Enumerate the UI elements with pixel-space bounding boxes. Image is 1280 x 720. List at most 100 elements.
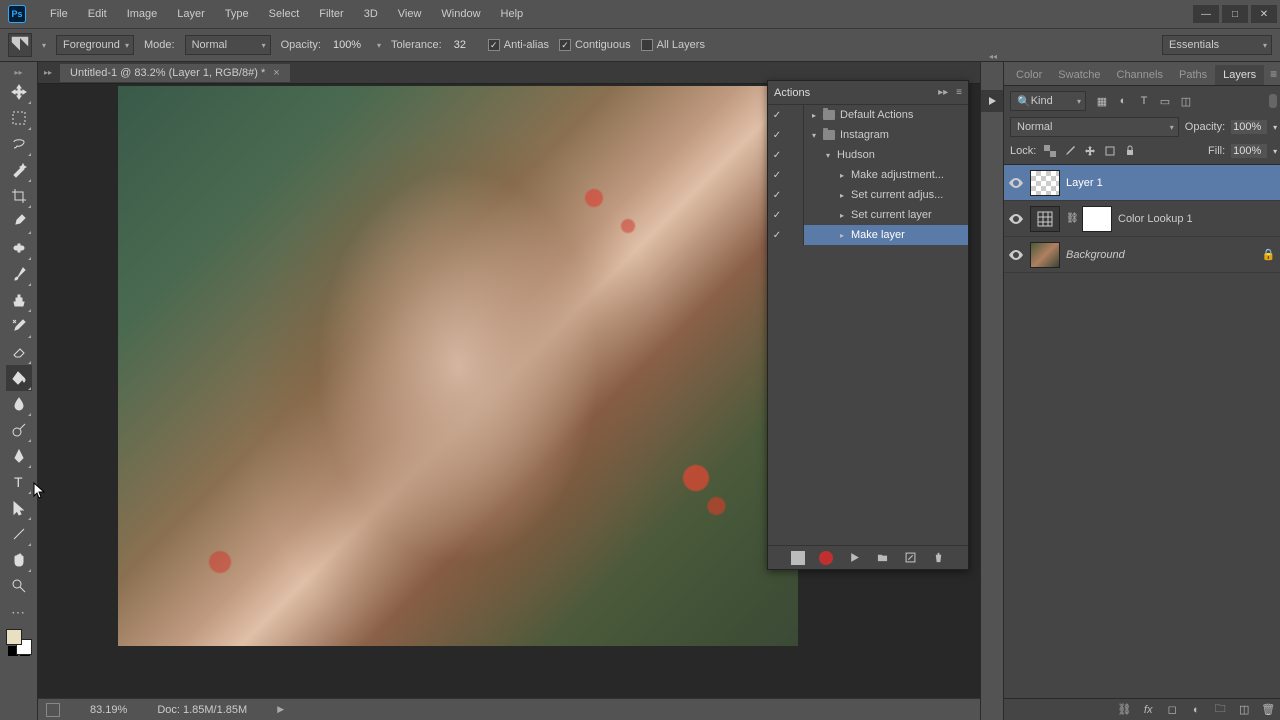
- document-tab-close-icon[interactable]: ×: [273, 67, 279, 79]
- status-doc-size[interactable]: Doc: 1.85M/1.85M: [157, 704, 247, 716]
- visibility-toggle[interactable]: [1008, 214, 1024, 224]
- layer-thumbnail[interactable]: [1030, 170, 1060, 196]
- action-toggle[interactable]: ✓: [768, 110, 786, 121]
- eraser-tool[interactable]: [6, 339, 32, 365]
- magic-wand-tool[interactable]: [6, 157, 32, 183]
- document-tab[interactable]: Untitled-1 @ 83.2% (Layer 1, RGB/8#) * ×: [60, 64, 290, 82]
- action-dialog-toggle[interactable]: [786, 125, 804, 145]
- visibility-toggle[interactable]: [1008, 250, 1024, 260]
- filter-shape-icon[interactable]: ▭: [1157, 93, 1173, 109]
- tool-preset-picker[interactable]: [8, 33, 32, 57]
- action-row[interactable]: ✓▾Hudson: [768, 145, 968, 165]
- opacity-input[interactable]: [331, 38, 367, 52]
- menu-image[interactable]: Image: [117, 4, 168, 24]
- action-row[interactable]: ✓▾Instagram: [768, 125, 968, 145]
- layer-name[interactable]: Layer 1: [1066, 177, 1103, 189]
- tab-color[interactable]: Color: [1008, 65, 1050, 85]
- filter-pixel-icon[interactable]: ▦: [1094, 93, 1110, 109]
- blur-tool[interactable]: [6, 391, 32, 417]
- fill-input[interactable]: [1231, 144, 1267, 158]
- layer-thumbnail[interactable]: [1030, 206, 1060, 232]
- menu-3d[interactable]: 3D: [354, 4, 388, 24]
- contiguous-checkbox[interactable]: ✓Contiguous: [559, 39, 631, 51]
- link-layers-icon[interactable]: ⛓: [1117, 703, 1131, 717]
- color-swatches[interactable]: [6, 629, 32, 655]
- panel-collapse-icon[interactable]: ◂◂: [989, 52, 997, 61]
- pen-tool[interactable]: [6, 443, 32, 469]
- lasso-tool[interactable]: [6, 131, 32, 157]
- edit-toolbar[interactable]: ⋯: [6, 599, 32, 625]
- menu-window[interactable]: Window: [431, 4, 490, 24]
- workspace-dropdown[interactable]: Essentials: [1162, 35, 1272, 55]
- status-zoom[interactable]: 83.19%: [90, 704, 127, 716]
- actions-panel[interactable]: Actions ▸▸ ≡ ✓▸Default Actions✓▾Instagra…: [767, 80, 969, 570]
- disclosure-icon[interactable]: ▸: [838, 231, 846, 240]
- new-action-icon[interactable]: [903, 551, 917, 565]
- play-icon[interactable]: [847, 551, 861, 565]
- action-toggle[interactable]: ✓: [768, 150, 786, 161]
- move-tool[interactable]: [6, 79, 32, 105]
- action-dialog-toggle[interactable]: [786, 145, 804, 165]
- brush-tool[interactable]: [6, 261, 32, 287]
- actions-panel-header[interactable]: Actions ▸▸ ≡: [768, 81, 968, 105]
- lock-transparency-icon[interactable]: [1042, 143, 1058, 159]
- type-tool[interactable]: T: [6, 469, 32, 495]
- tab-layers[interactable]: Layers: [1215, 65, 1264, 85]
- status-flyout-icon[interactable]: ▶: [277, 704, 284, 715]
- disclosure-icon[interactable]: ▾: [810, 131, 818, 140]
- menu-file[interactable]: File: [40, 4, 78, 24]
- layer-thumbnail[interactable]: [1030, 242, 1060, 268]
- layer-row[interactable]: Background 🔒: [1004, 237, 1280, 273]
- filter-adjustment-icon[interactable]: ◐: [1115, 93, 1131, 109]
- menu-layer[interactable]: Layer: [167, 4, 215, 24]
- fill-source-dropdown[interactable]: Foreground: [56, 35, 134, 55]
- actions-collapse-icon[interactable]: ▸▸: [938, 87, 948, 98]
- tab-paths[interactable]: Paths: [1171, 65, 1215, 85]
- delete-layer-icon[interactable]: 🗑: [1261, 703, 1275, 717]
- shape-tool[interactable]: [6, 521, 32, 547]
- layer-name[interactable]: Background: [1066, 249, 1125, 261]
- menu-view[interactable]: View: [388, 4, 432, 24]
- foreground-color[interactable]: [6, 629, 22, 645]
- tab-channels[interactable]: Channels: [1109, 65, 1171, 85]
- action-toggle[interactable]: ✓: [768, 170, 786, 181]
- layer-fx-icon[interactable]: fx: [1141, 703, 1155, 717]
- eyedropper-tool[interactable]: [6, 209, 32, 235]
- path-selection-tool[interactable]: [6, 495, 32, 521]
- layer-row[interactable]: ⛓ Color Lookup 1: [1004, 201, 1280, 237]
- layer-filter-kind-dropdown[interactable]: 🔍 Kind: [1010, 91, 1086, 111]
- panel-menu-icon[interactable]: ≡: [1264, 63, 1280, 85]
- lock-artboard-icon[interactable]: [1102, 143, 1118, 159]
- stop-recording-icon[interactable]: [791, 551, 805, 565]
- action-row[interactable]: ✓▸Default Actions: [768, 105, 968, 125]
- disclosure-icon[interactable]: ▾: [824, 151, 832, 160]
- record-icon[interactable]: [819, 551, 833, 565]
- paint-bucket-tool[interactable]: [6, 365, 32, 391]
- filter-smart-icon[interactable]: ◫: [1178, 93, 1194, 109]
- delete-action-icon[interactable]: [931, 551, 945, 565]
- disclosure-icon[interactable]: ▸: [838, 171, 846, 180]
- canvas[interactable]: [118, 86, 798, 646]
- zoom-tool[interactable]: [6, 573, 32, 599]
- menu-select[interactable]: Select: [259, 4, 310, 24]
- disclosure-icon[interactable]: ▸: [838, 191, 846, 200]
- quick-mask-icon[interactable]: [46, 703, 60, 717]
- dodge-tool[interactable]: [6, 417, 32, 443]
- toolbar-expand-icon[interactable]: ▸▸: [14, 68, 22, 77]
- action-dialog-toggle[interactable]: [786, 205, 804, 225]
- tolerance-input[interactable]: [452, 38, 478, 52]
- action-row[interactable]: ✓▸Make layer: [768, 225, 968, 245]
- actions-menu-icon[interactable]: ≡: [956, 87, 962, 98]
- action-row[interactable]: ✓▸Set current layer: [768, 205, 968, 225]
- crop-tool[interactable]: [6, 183, 32, 209]
- antialias-checkbox[interactable]: ✓Anti-alias: [488, 39, 549, 51]
- marquee-tool[interactable]: [6, 105, 32, 131]
- layer-mask-thumbnail[interactable]: [1082, 206, 1112, 232]
- new-layer-icon[interactable]: ◫: [1237, 703, 1251, 717]
- menu-help[interactable]: Help: [491, 4, 534, 24]
- disclosure-icon[interactable]: ▸: [810, 111, 818, 120]
- clone-stamp-tool[interactable]: [6, 287, 32, 313]
- layers-opacity-input[interactable]: [1231, 120, 1267, 134]
- action-toggle[interactable]: ✓: [768, 230, 786, 241]
- action-row[interactable]: ✓▸Set current adjus...: [768, 185, 968, 205]
